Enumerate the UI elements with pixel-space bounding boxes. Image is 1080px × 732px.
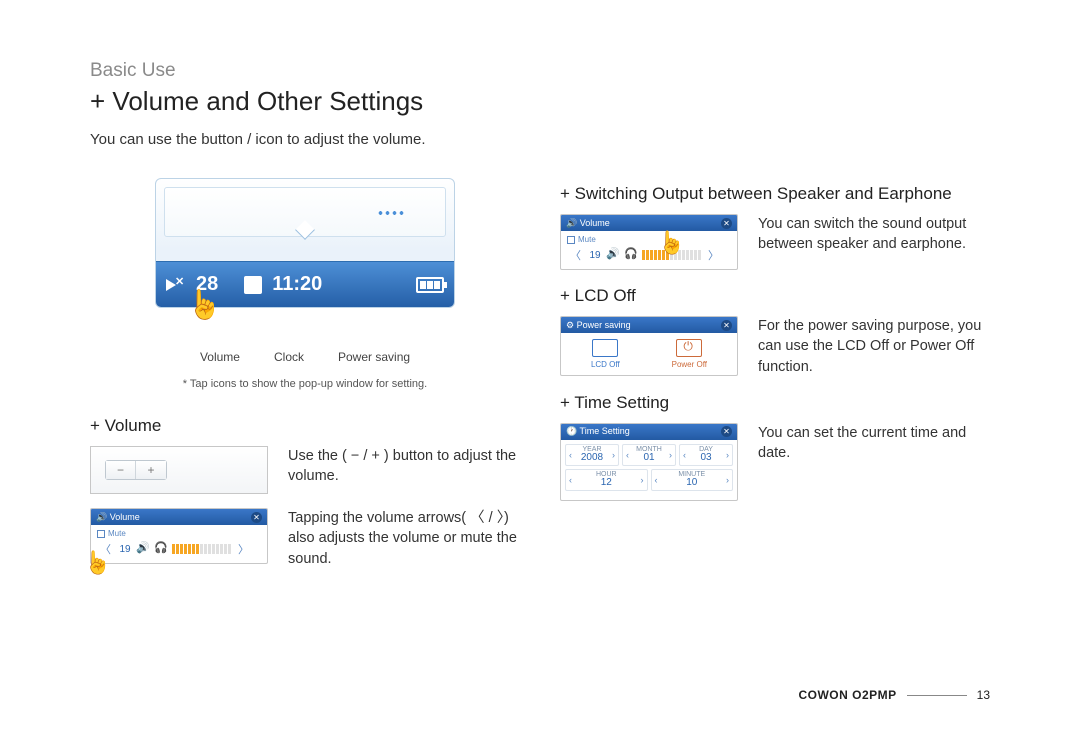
volume-heading: Volume [90,416,520,436]
label-volume: Volume [200,350,240,364]
headphone-icon[interactable] [154,543,168,555]
month-stepper[interactable]: MONTH01 [622,444,676,466]
minus-button[interactable]: − [106,461,136,479]
statusbar-labels: Volume Clock Power saving [90,350,520,364]
close-icon[interactable]: ✕ [251,512,262,523]
popup-title: 🔊 Volume [96,512,140,523]
clock-icon [244,276,262,294]
popup-title: ⚙ Power saving [566,320,631,331]
year-stepper[interactable]: YEAR2008 [565,444,619,466]
label-clock: Clock [274,350,304,364]
popup-title: 🔊 Volume [566,218,610,229]
statusbar-time: 11:20 [272,273,322,296]
lcd-off-option[interactable]: LCD Off [591,339,620,369]
output-popup-figure: 🔊 Volume ✕ Mute 〈 19 〉 [560,214,738,270]
hardware-volume-buttons-figure: − + [90,446,268,494]
page-footer: COWON O2PMP 13 [798,688,990,702]
breadcrumb: Basic Use [90,60,990,82]
close-icon[interactable]: ✕ [721,218,732,229]
right-column: Switching Output between Speaker and Ear… [560,168,990,583]
battery-icon [416,277,444,293]
volume-popup-figure: 🔊 Volume ✕ Mute 〈 19 〉 [90,508,268,564]
pointer-hand-icon: ☝ [84,550,111,576]
brand-text: COWON O2PMP [798,688,896,702]
tap-note: * Tap icons to show the pop-up window fo… [90,378,520,390]
pointer-hand-icon: ☝ [658,230,685,256]
headphone-icon[interactable] [624,249,638,261]
label-power-saving: Power saving [338,350,410,364]
pointer-hand-icon: ☝ [187,288,222,321]
hardware-volume-text: Use the ( − / + ) button to adjust the v… [288,446,520,487]
speaker-icon[interactable] [606,249,620,261]
close-icon[interactable]: ✕ [721,320,732,331]
time-setting-popup-figure: 🕐 Time Setting ✕ YEAR2008 MONTH01 DAY03 … [560,423,738,501]
lcd-off-heading: LCD Off [560,286,990,306]
page-title: + Volume and Other Settings [90,86,990,117]
power-saving-popup-figure: ⚙ Power saving ✕ LCD Off Power Off [560,316,738,376]
volume-level: 19 [588,250,602,261]
hour-stepper[interactable]: HOUR12 [565,469,648,491]
volume-increase-arrow[interactable]: 〉 [235,541,252,557]
output-heading: Switching Output between Speaker and Ear… [560,184,990,204]
volume-popup-text: Tapping the volume arrows( 〈 / 〉) also a… [288,508,520,569]
day-stepper[interactable]: DAY03 [679,444,733,466]
volume-increase-arrow[interactable]: 〉 [705,247,722,263]
volume-icon [166,276,186,294]
mute-checkbox[interactable]: Mute [97,529,261,538]
volume-bars [172,544,231,554]
intro-text: You can use the button / icon to adjust … [90,131,990,148]
lcd-off-text: For the power saving purpose, you can us… [758,316,990,377]
power-off-option[interactable]: Power Off [672,339,707,369]
minute-stepper[interactable]: MINUTE10 [651,469,734,491]
time-setting-text: You can set the current time and date. [758,423,990,464]
mute-checkbox[interactable]: Mute [567,235,731,244]
page-number: 13 [977,688,990,702]
left-column: 28 11:20 ☝ Volume Clock Power saving * T… [90,168,520,583]
volume-decrease-arrow[interactable]: 〈 [567,247,584,263]
plus-button[interactable]: + [136,461,166,479]
popup-title: 🕐 Time Setting [566,426,630,437]
time-setting-heading: Time Setting [560,393,990,413]
speaker-icon[interactable] [136,543,150,555]
volume-level: 19 [118,544,132,555]
output-text: You can switch the sound output between … [758,214,990,255]
close-icon[interactable]: ✕ [721,426,732,437]
